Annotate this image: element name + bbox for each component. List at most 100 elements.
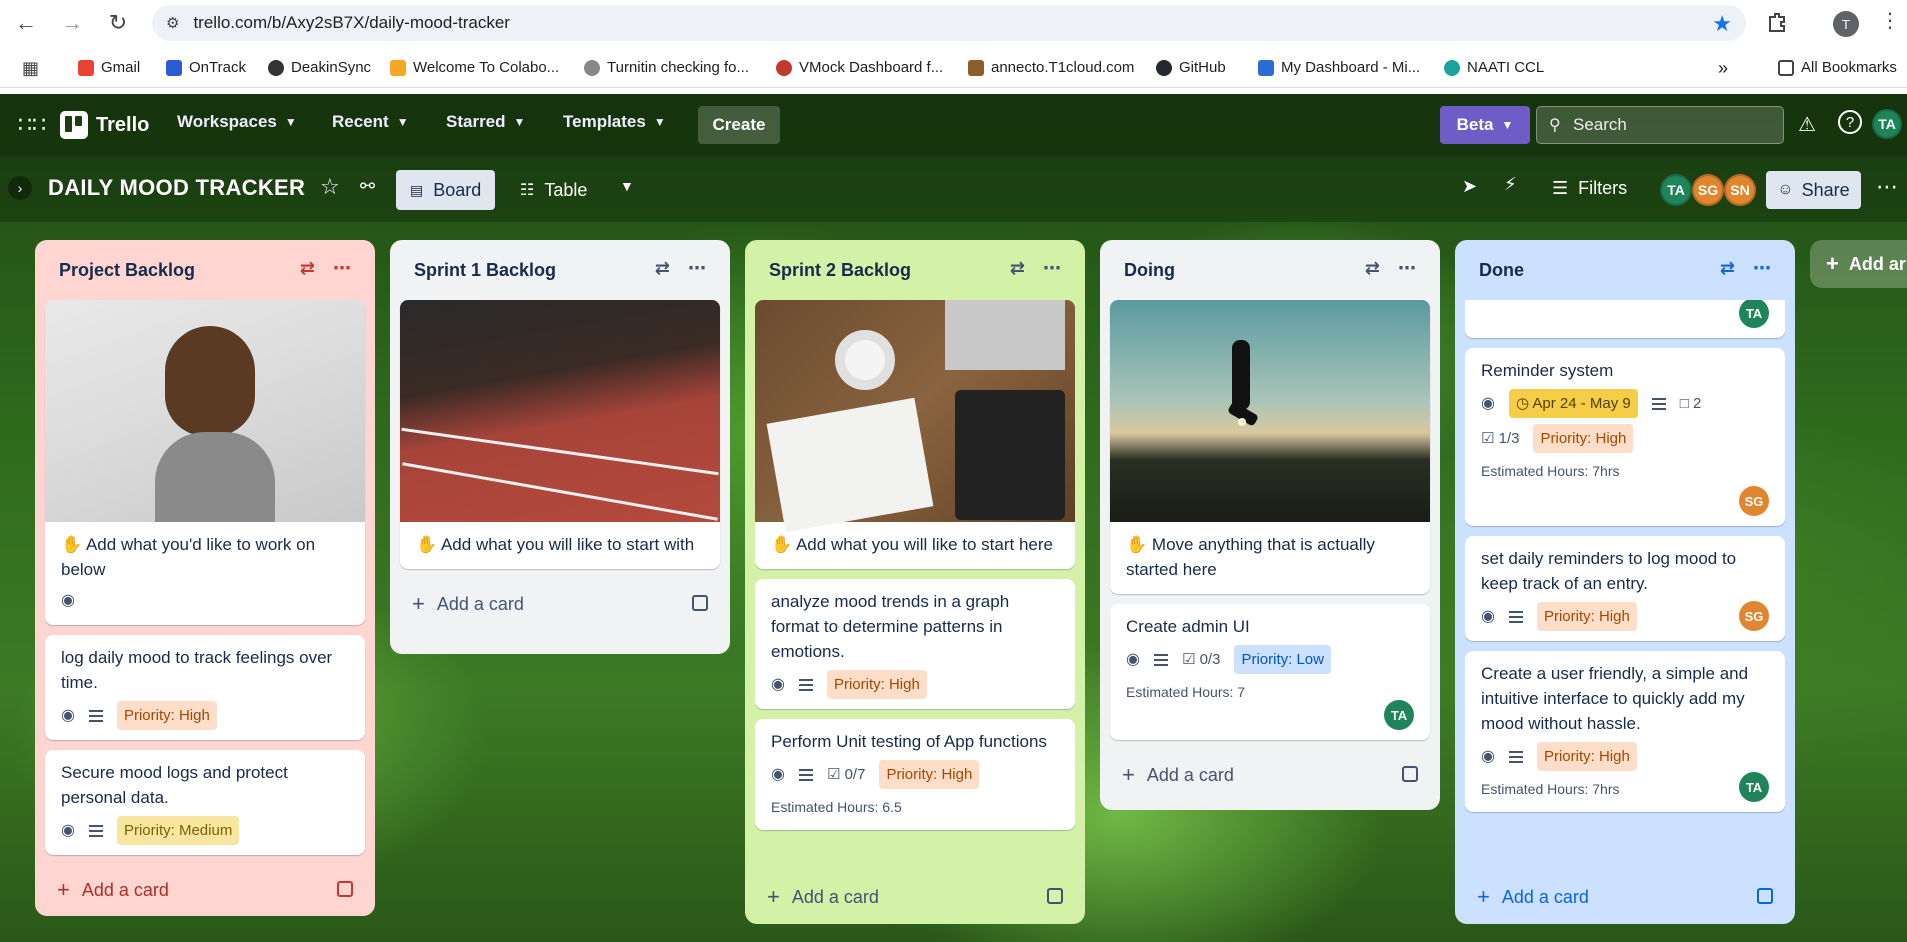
list-header[interactable]: Sprint 1 Backlog ⇄ ⋯ [400,240,720,300]
visibility-icon[interactable]: ⚯ [360,176,375,197]
list-header[interactable]: Doing ⇄ ⋯ [1110,240,1430,300]
add-card-button[interactable]: + Add a card [400,579,720,629]
address-bar[interactable]: ⚙ trello.com/b/Axy2sB7X/daily-mood-track… [152,5,1746,41]
bookmark-star-icon[interactable]: ★ [1712,11,1732,37]
site-info-icon[interactable]: ⚙ [166,14,179,32]
board-title[interactable]: DAILY MOOD TRACKER [48,175,305,201]
template-icon[interactable] [337,881,353,897]
add-card-button[interactable]: + Add a card [1465,872,1785,922]
due-date-badge[interactable]: ◷ Apr 24 - May 9 [1508,389,1638,418]
workspaces-menu[interactable]: Workspaces ▼ [177,112,297,132]
recent-menu[interactable]: Recent ▼ [332,112,409,132]
bookmark-turnitin[interactable]: Turnitin checking fo... [584,59,749,76]
more-bookmarks-icon[interactable]: » [1718,58,1728,79]
bookmark-annecto[interactable]: annecto.T1cloud.com [968,59,1134,76]
cover-card[interactable]: ✋ Move anything that is actually started… [1110,300,1430,594]
power-ups-icon[interactable]: ➤ [1462,176,1477,197]
automation-icon[interactable]: ⚡ [1504,174,1517,195]
card[interactable]: TA [1465,300,1785,338]
cover-card[interactable]: ✋ Add what you will like to start here [755,300,1075,569]
card-member-avatar[interactable]: SG [1739,601,1769,631]
card-member-avatar[interactable]: SG [1739,486,1769,516]
bookmark-github[interactable]: GitHub [1156,59,1226,76]
add-another-list-button[interactable]: + Add ar [1810,240,1907,288]
bookmark-deakinsync[interactable]: DeakinSync [268,59,371,76]
list-header[interactable]: Sprint 2 Backlog ⇄ ⋯ [755,240,1075,300]
member-avatar[interactable]: TA [1660,174,1692,206]
member-avatar[interactable]: SN [1724,174,1756,206]
forward-icon[interactable]: → [54,5,90,41]
list-sprint2-backlog: Sprint 2 Backlog ⇄ ⋯ ✋ Add what you will … [745,240,1085,924]
list-header[interactable]: Done ⇄ ⋯ [1465,240,1785,300]
extensions-icon[interactable] [1765,10,1789,34]
list-menu-icon[interactable]: ⋯ [1043,258,1061,279]
collapse-list-icon[interactable]: ⇄ [1720,258,1735,279]
member-avatar[interactable]: SG [1692,174,1724,206]
add-card-button[interactable]: + Add a card [755,872,1075,922]
card[interactable]: Secure mood logs and protect personal da… [45,750,365,855]
chevron-down-icon[interactable]: ▼ [620,178,634,194]
beta-button[interactable]: Beta ▼ [1440,106,1530,144]
share-button[interactable]: ☺ Share [1766,171,1861,209]
list-menu-icon[interactable]: ⋯ [1753,258,1771,279]
bookmark-ontrack[interactable]: OnTrack [166,59,246,76]
app-switcher-icon[interactable]: ∷∷ [18,112,46,138]
card-member-avatar[interactable]: TA [1739,300,1769,328]
browser-menu-icon[interactable]: ⋮ [1880,8,1900,33]
priority-label: Priority: Medium [116,816,240,845]
card[interactable]: Perform Unit testing of App functions ◉ ☑… [755,719,1075,830]
list-menu-icon[interactable]: ⋯ [1398,258,1416,279]
collapse-list-icon[interactable]: ⇄ [655,258,670,279]
naati-icon [1444,59,1460,76]
apps-grid-icon[interactable]: ▦ [22,58,39,79]
user-avatar[interactable]: TA [1872,109,1902,139]
template-icon[interactable] [1402,766,1418,782]
card[interactable]: log daily mood to track feelings over ti… [45,635,365,740]
add-card-button[interactable]: + Add a card [1110,750,1430,800]
comment-icon: □ [1679,395,1689,412]
notifications-icon[interactable]: ⚠ [1798,112,1816,137]
view-board-button[interactable]: ▤ Board [396,170,496,210]
bookmark-gmail[interactable]: Gmail [78,59,140,76]
bookmark-colabo[interactable]: Welcome To Colabo... [390,59,559,76]
card[interactable]: analyze mood trends in a graph format to… [755,579,1075,709]
collapse-list-icon[interactable]: ⇄ [1365,258,1380,279]
all-bookmarks[interactable]: All Bookmarks [1778,59,1897,76]
card-member-avatar[interactable]: TA [1739,772,1769,802]
template-icon[interactable] [692,595,708,611]
template-icon[interactable] [1757,888,1773,904]
sidebar-toggle-icon[interactable]: › [8,176,32,200]
plus-icon: + [57,877,70,902]
card[interactable]: set daily reminders to log mood to keep … [1465,536,1785,641]
collapse-list-icon[interactable]: ⇄ [300,258,315,279]
star-board-icon[interactable]: ☆ [320,174,340,200]
bookmark-naati[interactable]: NAATI CCL [1444,59,1544,76]
bookmark-vmock[interactable]: VMock Dashboard f... [776,59,943,76]
help-icon[interactable]: ? [1838,110,1862,134]
board-menu-icon[interactable]: ⋯ [1876,174,1898,200]
templates-menu[interactable]: Templates ▼ [563,112,666,132]
view-table-button[interactable]: ☷ Table [506,170,601,210]
browser-profile-avatar[interactable]: T [1833,11,1859,37]
cover-card[interactable]: ✋ Add what you will like to start with [400,300,720,569]
filters-button[interactable]: ☰ Filters [1552,178,1627,199]
bookmark-mydashboard[interactable]: My Dashboard - Mi... [1258,59,1420,76]
card[interactable]: Create admin UI ◉ ☑ 0/3 Priority: Low Esti… [1110,604,1430,740]
starred-menu[interactable]: Starred ▼ [446,112,525,132]
trello-logo[interactable]: Trello [60,111,149,139]
add-card-button[interactable]: + Add a card [45,865,365,915]
search-input[interactable]: ⚲ Search [1536,106,1784,144]
card-member-avatar[interactable]: TA [1384,700,1414,730]
add-card-label: Add a card [436,593,524,614]
collapse-list-icon[interactable]: ⇄ [1010,258,1025,279]
reload-icon[interactable]: ↻ [100,5,136,41]
create-button[interactable]: Create [698,106,780,144]
list-header[interactable]: Project Backlog ⇄ ⋯ [45,240,365,300]
template-icon[interactable] [1047,888,1063,904]
list-menu-icon[interactable]: ⋯ [688,258,706,279]
cover-card[interactable]: ✋ Add what you'd like to work on below ◉ [45,300,365,625]
list-menu-icon[interactable]: ⋯ [333,258,351,279]
card[interactable]: Create a user friendly, a simple and int… [1465,651,1785,812]
back-icon[interactable]: ← [8,5,44,41]
card[interactable]: Reminder system ◉ ◷ Apr 24 - May 9 □ 2 ☑… [1465,348,1785,526]
